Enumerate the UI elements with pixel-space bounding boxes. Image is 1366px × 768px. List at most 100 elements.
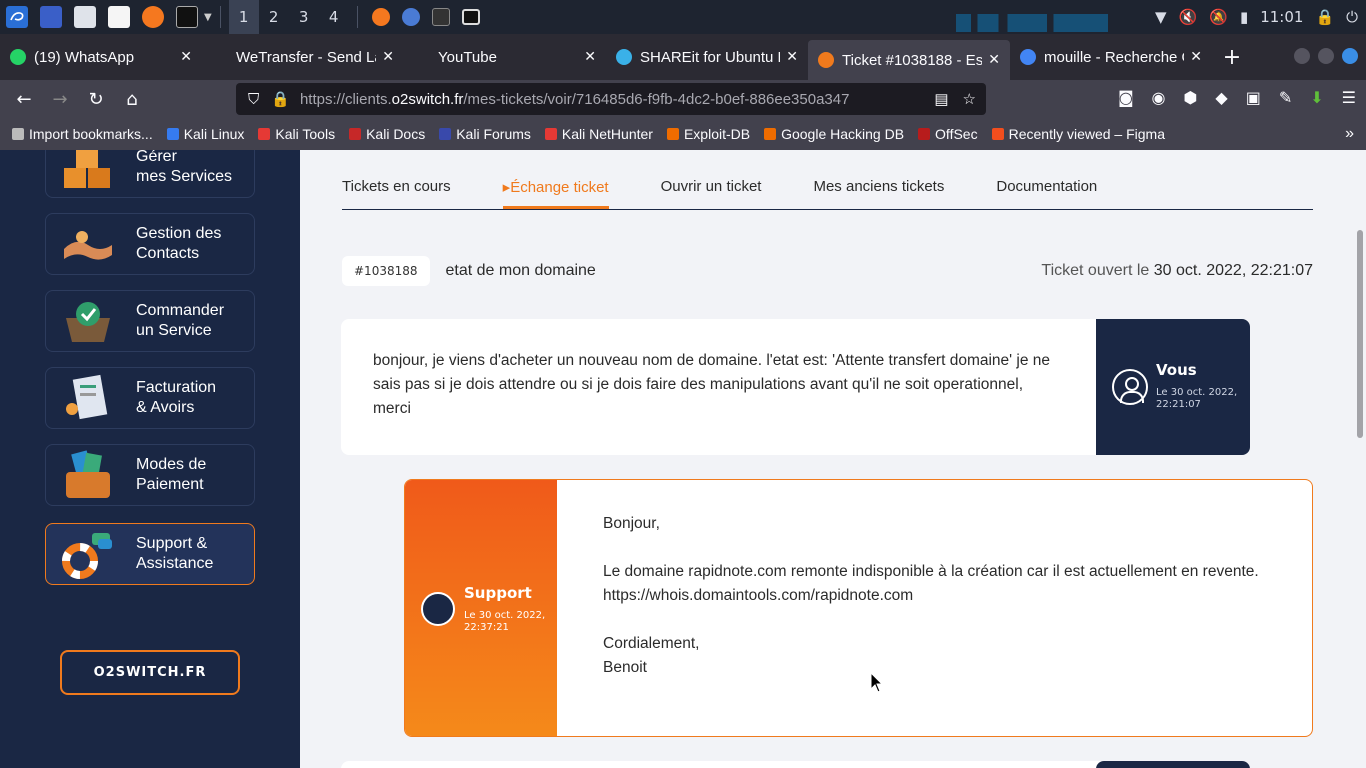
pocket-icon[interactable]: ◙ xyxy=(1118,88,1134,107)
bookmark-label: Kali Linux xyxy=(183,126,245,142)
url-bar[interactable]: ⛉ 🔒 https://clients. o2switch.fr/mes-tick… xyxy=(236,83,986,115)
opened-label: Ticket ouvert le xyxy=(1041,262,1150,279)
ghdb-icon xyxy=(764,128,777,140)
chromium-window-icon[interactable] xyxy=(401,8,420,26)
tab-title: WeTransfer - Send Lar xyxy=(236,48,377,66)
firefox-window-icon[interactable] xyxy=(371,8,390,26)
browser-tab[interactable]: YouTube ✕ xyxy=(404,34,606,80)
clock[interactable]: 11:01 xyxy=(1260,8,1303,26)
maximize-icon[interactable] xyxy=(1318,48,1334,64)
invoice-icon xyxy=(60,373,116,423)
tab-ouvrir-ticket[interactable]: Ouvrir un ticket xyxy=(661,178,762,209)
lock-icon[interactable]: 🔒 xyxy=(1315,8,1334,26)
lock-icon[interactable]: 🔒 xyxy=(271,90,290,108)
close-window-icon[interactable] xyxy=(1342,48,1358,64)
forward-icon[interactable]: → xyxy=(42,89,78,110)
bookmark-item[interactable]: Exploit-DB xyxy=(666,126,750,142)
basket-icon xyxy=(60,296,116,346)
message-text: bonjour, je viens d'acheter un nouveau n… xyxy=(373,352,1051,417)
terminal-icon[interactable] xyxy=(176,6,198,28)
files-icon[interactable] xyxy=(74,6,96,28)
tab-title: YouTube xyxy=(438,48,497,66)
menu-icon[interactable]: ☰ xyxy=(1342,88,1356,107)
sidebar-item-billing[interactable]: Facturation & Avoirs xyxy=(45,367,255,429)
bookmark-item[interactable]: OffSec xyxy=(918,126,978,142)
bookmark-item[interactable]: Kali Linux xyxy=(166,126,245,142)
text-editor-icon[interactable] xyxy=(108,6,130,28)
close-icon[interactable]: ✕ xyxy=(584,49,596,65)
tab-title: Ticket #1038188 - Esp xyxy=(842,51,983,69)
o2switch-site-button[interactable]: O2SWITCH.FR xyxy=(60,650,240,695)
reader-view-icon[interactable]: ▤ xyxy=(934,90,948,108)
close-icon[interactable]: ✕ xyxy=(382,49,394,65)
kali-menu-icon[interactable] xyxy=(6,6,28,28)
chevron-right-icon[interactable]: » xyxy=(1345,125,1354,143)
workspace-2[interactable]: 2 xyxy=(259,8,289,26)
sidebar-item-order[interactable]: Commander un Service xyxy=(45,290,255,352)
terminal-window-icon[interactable] xyxy=(431,8,450,26)
sidebar-item-support[interactable]: Support & Assistance xyxy=(45,523,255,585)
sidebar-item-payment[interactable]: Modes de Paiement xyxy=(45,444,255,506)
user-icon xyxy=(1112,369,1148,405)
ticket-tabs: Tickets en cours Échange ticket Ouvrir u… xyxy=(342,178,1313,210)
browser-tab[interactable]: WeTransfer - Send Lar ✕ xyxy=(202,34,404,80)
close-icon[interactable]: ✕ xyxy=(180,49,192,65)
bookmark-item[interactable]: Kali Docs xyxy=(349,126,425,142)
bookmarks-bar: Import bookmarks... Kali Linux Kali Tool… xyxy=(0,118,1366,150)
desktop-icon[interactable] xyxy=(40,6,62,28)
reload-icon[interactable]: ↻ xyxy=(78,89,114,110)
window-icon[interactable] xyxy=(461,9,480,25)
message-text: Bonjour, Le domaine rapidnote.com remont… xyxy=(603,515,1259,676)
bookmark-item[interactable]: Recently viewed – Figma xyxy=(991,126,1165,142)
browser-tab-active[interactable]: Ticket #1038188 - Esp ✕ xyxy=(808,40,1010,80)
firefox-icon[interactable] xyxy=(142,6,164,28)
workspace-1[interactable]: 1 xyxy=(228,0,259,34)
message-author-panel: Support Le 30 oct. 2022, 22:37:21 xyxy=(405,480,557,736)
close-icon[interactable]: ✕ xyxy=(786,49,798,65)
chevron-down-icon[interactable]: ▼ xyxy=(204,12,212,23)
sidebar-item-contacts[interactable]: Gestion des Contacts xyxy=(45,213,255,275)
tab-echange-ticket[interactable]: Échange ticket xyxy=(502,178,609,209)
tab-tickets-en-cours[interactable]: Tickets en cours xyxy=(342,178,451,209)
power-icon[interactable]: ⏻ xyxy=(1346,8,1358,26)
tab-anciens-tickets[interactable]: Mes anciens tickets xyxy=(813,178,944,209)
close-icon[interactable]: ✕ xyxy=(1190,49,1202,65)
o2switch-icon xyxy=(818,52,834,68)
mute-icon[interactable]: 🔇 xyxy=(1179,8,1198,26)
shield-icon[interactable]: ⛉ xyxy=(248,91,259,108)
page-scrollbar[interactable] xyxy=(1354,150,1366,768)
notifications-off-icon[interactable]: 🔕 xyxy=(1209,8,1228,26)
scrollbar-thumb[interactable] xyxy=(1357,230,1363,438)
bookmark-item[interactable]: Kali Tools xyxy=(258,126,335,142)
profile-icon[interactable]: ◉ xyxy=(1151,88,1165,107)
browser-tab[interactable]: SHAREit for Ubuntu Fr ✕ xyxy=(606,34,808,80)
download-icon[interactable]: ⬇ xyxy=(1310,88,1323,107)
pen-icon[interactable]: ✎ xyxy=(1279,88,1292,107)
browser-tab[interactable]: mouille - Recherche G ✕ xyxy=(1010,34,1212,80)
browser-tab[interactable]: (19) WhatsApp ✕ xyxy=(0,34,202,80)
youtube-icon xyxy=(414,49,430,65)
battery-icon[interactable]: ▮ xyxy=(1240,8,1248,26)
bookmark-item[interactable]: Google Hacking DB xyxy=(764,126,904,142)
workspace-3[interactable]: 3 xyxy=(289,8,319,26)
bookmark-item[interactable]: Kali NetHunter xyxy=(544,126,653,142)
bookmark-item[interactable]: Kali Forums xyxy=(439,126,531,142)
new-tab-button[interactable]: + xyxy=(1212,34,1252,80)
ticket-header: #1038188 etat de mon domaine Ticket ouve… xyxy=(342,254,1313,288)
main-content: Tickets en cours Échange ticket Ouvrir u… xyxy=(300,150,1354,768)
bookmark-star-icon[interactable]: ☆ xyxy=(963,90,976,108)
tab-documentation[interactable]: Documentation xyxy=(996,178,1097,209)
extension-icon[interactable]: ⬢ xyxy=(1183,88,1197,107)
close-icon[interactable]: ✕ xyxy=(988,52,1000,68)
workspace-4[interactable]: 4 xyxy=(319,8,349,26)
bookmark-item[interactable]: Import bookmarks... xyxy=(12,126,153,142)
back-icon[interactable]: ← xyxy=(6,89,42,110)
minimize-icon[interactable] xyxy=(1294,48,1310,64)
wetransfer-icon xyxy=(212,49,228,65)
home-icon[interactable]: ⌂ xyxy=(114,89,150,110)
extension-icon[interactable]: ▣ xyxy=(1246,88,1261,107)
sidebar-item-services[interactable]: Gérer mes Services xyxy=(45,150,255,198)
opened-date: 30 oct. 2022, 22:21:07 xyxy=(1153,262,1313,279)
extension-icon[interactable]: ◆ xyxy=(1215,88,1227,107)
wifi-icon[interactable]: ▼ xyxy=(1155,8,1167,26)
